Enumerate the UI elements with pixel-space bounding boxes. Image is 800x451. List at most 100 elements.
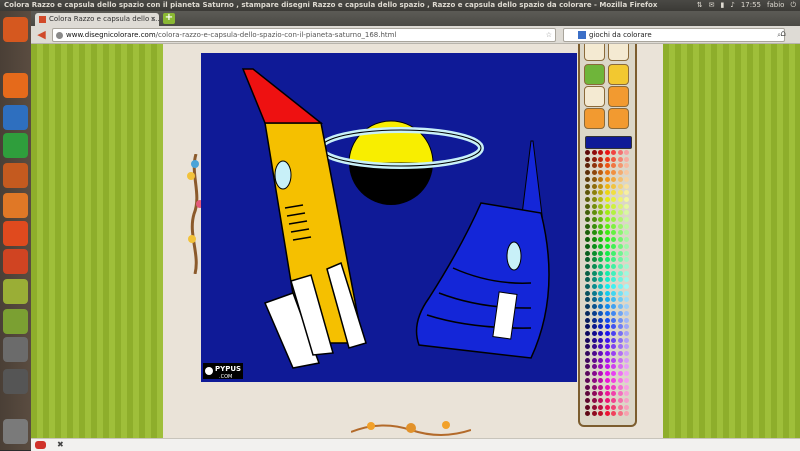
- color-swatch[interactable]: [598, 257, 603, 263]
- color-swatch[interactable]: [585, 250, 590, 256]
- site-identity-icon[interactable]: [56, 31, 63, 39]
- color-swatch[interactable]: [604, 397, 610, 403]
- color-swatch[interactable]: [598, 377, 603, 383]
- color-swatch[interactable]: [617, 176, 623, 182]
- color-swatch[interactable]: [624, 156, 629, 162]
- color-swatch[interactable]: [604, 324, 610, 330]
- disk-icon[interactable]: [3, 309, 28, 334]
- color-swatch[interactable]: [591, 250, 597, 256]
- color-swatch[interactable]: [598, 250, 603, 256]
- volume-icon[interactable]: ♪: [730, 0, 734, 11]
- color-swatch[interactable]: [591, 183, 597, 189]
- settings-icon[interactable]: [3, 249, 28, 274]
- home-icon[interactable]: ⌂: [780, 29, 786, 39]
- color-swatch[interactable]: [585, 237, 590, 243]
- color-swatch[interactable]: [604, 223, 610, 229]
- color-swatch[interactable]: [617, 290, 623, 296]
- color-swatch[interactable]: [604, 384, 610, 390]
- color-swatch[interactable]: [604, 411, 610, 417]
- color-swatch[interactable]: [585, 304, 590, 310]
- color-swatch[interactable]: [604, 176, 610, 182]
- color-swatch[interactable]: [617, 310, 623, 316]
- color-swatch[interactable]: [598, 210, 603, 216]
- color-swatch[interactable]: [611, 150, 616, 155]
- color-swatch[interactable]: [604, 310, 610, 316]
- calc-icon[interactable]: [3, 133, 28, 158]
- color-swatch[interactable]: [611, 317, 616, 323]
- color-swatch[interactable]: [604, 337, 610, 343]
- color-swatch[interactable]: [617, 150, 623, 155]
- color-swatch[interactable]: [585, 357, 590, 363]
- color-swatch[interactable]: [617, 397, 623, 403]
- color-swatch[interactable]: [617, 190, 623, 196]
- color-swatch[interactable]: [617, 324, 623, 330]
- color-swatch[interactable]: [624, 384, 629, 390]
- color-swatch[interactable]: [604, 304, 610, 310]
- color-swatch[interactable]: [598, 344, 603, 350]
- color-swatch[interactable]: [604, 297, 610, 303]
- firefox-icon[interactable]: [3, 73, 28, 98]
- color-swatch[interactable]: [617, 377, 623, 383]
- color-swatch[interactable]: [591, 176, 597, 182]
- color-swatch[interactable]: [604, 371, 610, 377]
- color-swatch[interactable]: [611, 284, 616, 289]
- color-swatch[interactable]: [611, 243, 616, 249]
- color-swatch[interactable]: [624, 404, 629, 410]
- color-swatch[interactable]: [624, 163, 629, 169]
- color-swatch[interactable]: [591, 351, 597, 356]
- color-swatch[interactable]: [598, 310, 603, 316]
- color-swatch[interactable]: [598, 290, 603, 296]
- color-swatch[interactable]: [591, 411, 597, 417]
- color-swatch[interactable]: [598, 243, 603, 249]
- color-swatch[interactable]: [585, 196, 590, 202]
- color-swatch[interactable]: [611, 183, 616, 189]
- color-swatch[interactable]: [598, 230, 603, 236]
- color-swatch[interactable]: [591, 163, 597, 169]
- color-swatch[interactable]: [598, 304, 603, 310]
- color-swatch[interactable]: [604, 270, 610, 276]
- color-swatch[interactable]: [598, 170, 603, 176]
- color-swatch[interactable]: [617, 317, 623, 323]
- files-icon[interactable]: [3, 193, 28, 218]
- print-icon[interactable]: [584, 86, 605, 107]
- color-swatch[interactable]: [591, 344, 597, 350]
- color-swatch[interactable]: [604, 317, 610, 323]
- color-swatch[interactable]: [617, 270, 623, 276]
- color-swatch[interactable]: [611, 156, 616, 162]
- color-swatch[interactable]: [624, 364, 629, 370]
- color-swatch[interactable]: [604, 257, 610, 263]
- color-swatch[interactable]: [591, 270, 597, 276]
- color-swatch[interactable]: [617, 237, 623, 243]
- color-swatch[interactable]: [591, 357, 597, 363]
- color-swatch[interactable]: [617, 304, 623, 310]
- color-swatch[interactable]: [598, 364, 603, 370]
- color-swatch[interactable]: [591, 170, 597, 176]
- color-swatch[interactable]: [624, 183, 629, 189]
- color-swatch[interactable]: [624, 217, 629, 222]
- color-swatch[interactable]: [617, 223, 623, 229]
- color-swatch[interactable]: [624, 223, 629, 229]
- color-swatch[interactable]: [598, 156, 603, 162]
- color-swatch[interactable]: [598, 270, 603, 276]
- color-swatch[interactable]: [585, 203, 590, 209]
- color-swatch[interactable]: [585, 183, 590, 189]
- color-swatch[interactable]: [604, 250, 610, 256]
- color-swatch[interactable]: [598, 337, 603, 343]
- color-swatch[interactable]: [591, 150, 597, 155]
- color-swatch[interactable]: [624, 344, 629, 350]
- color-swatch[interactable]: [624, 317, 629, 323]
- color-swatch[interactable]: [598, 150, 603, 155]
- brush-size-icon[interactable]: [608, 44, 629, 61]
- color-swatch[interactable]: [598, 237, 603, 243]
- color-swatch[interactable]: [604, 217, 610, 222]
- color-swatch[interactable]: [624, 270, 629, 276]
- coloring-canvas[interactable]: PYPUS .COM: [201, 53, 577, 382]
- color-swatch[interactable]: [624, 377, 629, 383]
- color-swatch[interactable]: [598, 357, 603, 363]
- color-swatch[interactable]: [591, 230, 597, 236]
- color-swatch[interactable]: [598, 404, 603, 410]
- color-swatch[interactable]: [598, 284, 603, 289]
- color-swatch[interactable]: [598, 183, 603, 189]
- color-swatch[interactable]: [598, 223, 603, 229]
- color-swatch[interactable]: [611, 217, 616, 222]
